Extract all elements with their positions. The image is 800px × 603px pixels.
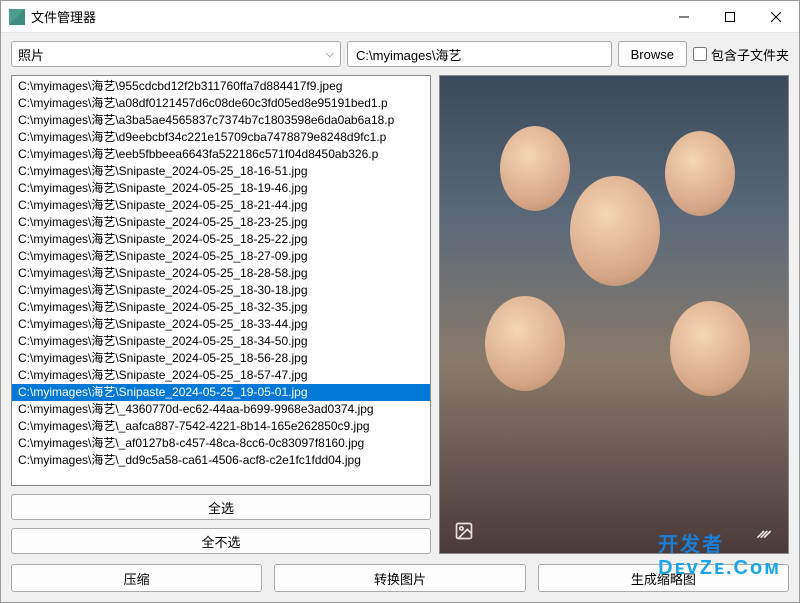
include-subfolders-input[interactable] (693, 47, 707, 61)
file-item[interactable]: C:\myimages\海艺\Snipaste_2024-05-25_18-21… (12, 197, 430, 214)
select-all-button[interactable]: 全选 (11, 494, 431, 520)
file-item[interactable]: C:\myimages\海艺\a08df0121457d6c08de60c3fd… (12, 95, 430, 112)
file-item[interactable]: C:\myimages\海艺\Snipaste_2024-05-25_18-19… (12, 180, 430, 197)
toolbar: 照片 ⌵ Browse 包含子文件夹 (1, 33, 799, 75)
file-item[interactable]: C:\myimages\海艺\d9eebcbf34c221e15709cba74… (12, 129, 430, 146)
file-item[interactable]: C:\myimages\海艺\Snipaste_2024-05-25_18-16… (12, 163, 430, 180)
titlebar: 文件管理器 (1, 1, 799, 33)
file-item[interactable]: C:\myimages\海艺\_4360770d-ec62-44aa-b699-… (12, 401, 430, 418)
compress-button[interactable]: 压缩 (11, 564, 262, 592)
window-title: 文件管理器 (31, 7, 661, 26)
file-item[interactable]: C:\myimages\海艺\Snipaste_2024-05-25_18-33… (12, 316, 430, 333)
chevron-down-icon: ⌵ (326, 48, 334, 61)
type-select[interactable]: 照片 ⌵ (11, 41, 341, 67)
file-list[interactable]: C:\myimages\海艺\955cdcbd12f2b311760ffa7d8… (11, 75, 431, 486)
include-subfolders-label: 包含子文件夹 (711, 45, 789, 64)
file-item[interactable]: C:\myimages\海艺\Snipaste_2024-05-25_18-25… (12, 231, 430, 248)
file-item[interactable]: C:\myimages\海艺\Snipaste_2024-05-25_18-56… (12, 350, 430, 367)
file-item[interactable]: C:\myimages\海艺\a3ba5ae4565837c7374b7c180… (12, 112, 430, 129)
browse-button[interactable]: Browse (618, 41, 687, 67)
preview-overlay (440, 519, 788, 543)
edit-icon[interactable] (752, 519, 776, 543)
close-button[interactable] (753, 1, 799, 33)
file-item[interactable]: C:\myimages\海艺\Snipaste_2024-05-25_18-27… (12, 248, 430, 265)
file-item[interactable]: C:\myimages\海艺\Snipaste_2024-05-25_18-28… (12, 265, 430, 282)
file-item[interactable]: C:\myimages\海艺\Snipaste_2024-05-25_18-34… (12, 333, 430, 350)
file-item[interactable]: C:\myimages\海艺\955cdcbd12f2b311760ffa7d8… (12, 78, 430, 95)
preview-image-content (440, 76, 788, 553)
type-select-value: 照片 (18, 45, 44, 64)
select-none-button[interactable]: 全不选 (11, 528, 431, 554)
image-icon[interactable] (452, 519, 476, 543)
file-item[interactable]: C:\myimages\海艺\Snipaste_2024-05-25_18-32… (12, 299, 430, 316)
app-window: 文件管理器 照片 ⌵ Browse 包含子文件夹 C:\myimages\海艺\… (0, 0, 800, 603)
image-preview (439, 75, 789, 554)
file-item[interactable]: C:\myimages\海艺\Snipaste_2024-05-25_18-30… (12, 282, 430, 299)
left-panel: C:\myimages\海艺\955cdcbd12f2b311760ffa7d8… (11, 75, 431, 554)
file-item[interactable]: C:\myimages\海艺\eeb5fbbeea6643fa522186c57… (12, 146, 430, 163)
path-input[interactable] (347, 41, 612, 67)
maximize-button[interactable] (707, 1, 753, 33)
content-area: C:\myimages\海艺\955cdcbd12f2b311760ffa7d8… (1, 75, 799, 558)
file-item[interactable]: C:\myimages\海艺\_dd9c5a58-ca61-4506-acf8-… (12, 452, 430, 469)
minimize-button[interactable] (661, 1, 707, 33)
window-controls (661, 1, 799, 33)
file-item[interactable]: C:\myimages\海艺\Snipaste_2024-05-25_18-23… (12, 214, 430, 231)
bottom-bar: 压缩 转换图片 生成缩略图 开发者 DᴇᴠZᴇ.Cᴏᴍ (1, 558, 799, 602)
file-item[interactable]: C:\myimages\海艺\Snipaste_2024-05-25_18-57… (12, 367, 430, 384)
app-icon (9, 9, 25, 25)
convert-button[interactable]: 转换图片 (274, 564, 525, 592)
file-item[interactable]: C:\myimages\海艺\_af0127b8-c457-48ca-8cc6-… (12, 435, 430, 452)
file-item[interactable]: C:\myimages\海艺\Snipaste_2024-05-25_19-05… (12, 384, 430, 401)
generate-button[interactable]: 生成缩略图 (538, 564, 789, 592)
include-subfolders-checkbox[interactable]: 包含子文件夹 (693, 45, 789, 64)
file-item[interactable]: C:\myimages\海艺\_aafca887-7542-4221-8b14-… (12, 418, 430, 435)
